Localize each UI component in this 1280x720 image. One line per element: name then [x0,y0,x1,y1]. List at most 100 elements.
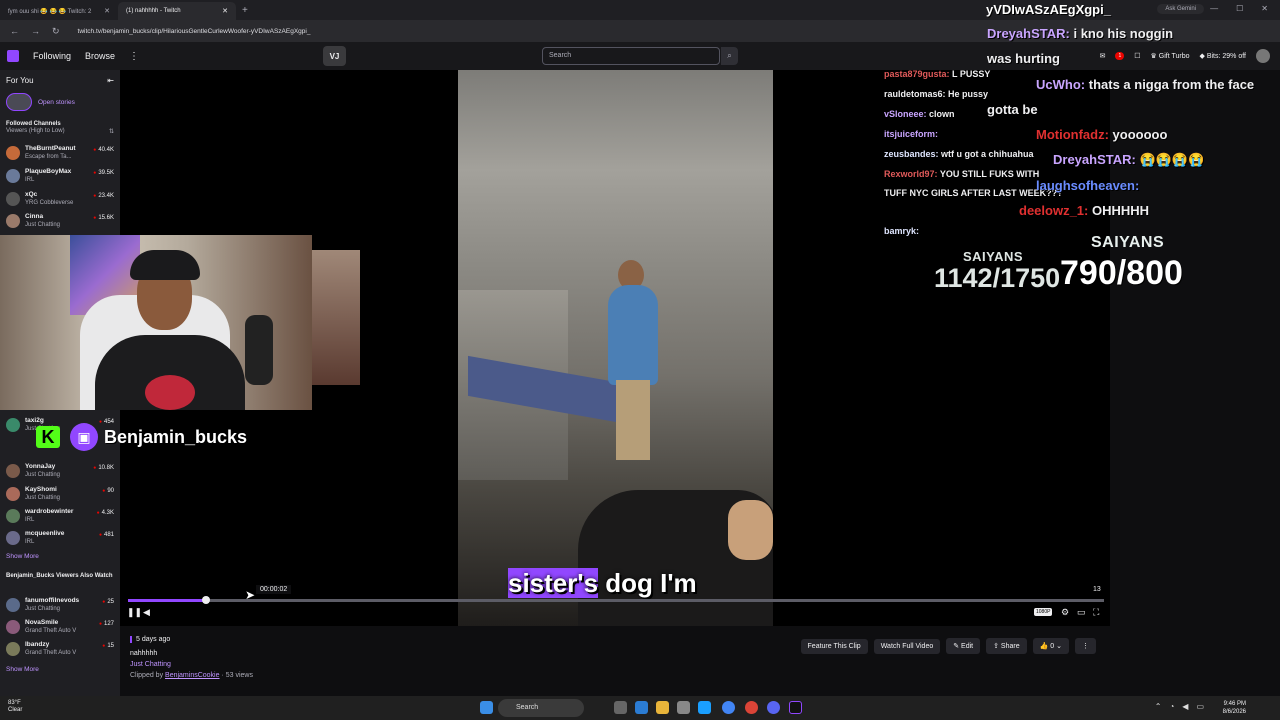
minimize-icon[interactable]: — [1210,4,1218,13]
start-icon[interactable] [480,701,493,714]
user-avatar[interactable] [1256,49,1270,63]
sidebar-channel[interactable]: lbandzy Grand Theft Auto V 15 [0,638,120,660]
chat-message-big: laughsofheaven: [1036,178,1139,193]
chrome-profile-icon[interactable] [745,701,758,714]
clip-frame [458,70,773,626]
vj-extension-button[interactable]: VJ [323,46,346,66]
theatre-mode-icon[interactable]: ▭ [1077,607,1086,618]
ask-gemini-button[interactable]: Ask Gemini [1157,4,1204,14]
settings-icon[interactable]: ⚙ [1061,607,1069,618]
show-more-link[interactable]: Show More [6,666,39,673]
edge-icon[interactable] [635,701,648,714]
open-stories-button[interactable]: Open stories [0,91,120,113]
channel-avatar [6,192,20,206]
following-link[interactable]: Following [33,51,71,61]
back-icon[interactable]: ← [10,26,19,36]
show-more-link[interactable]: Show More [6,553,39,560]
discord-icon[interactable] [767,701,780,714]
close-icon[interactable]: ✕ [222,7,228,15]
fullscreen-icon[interactable]: ⛶ [1093,607,1099,618]
gift-turbo-button[interactable]: ♛ Gift Turbo [1151,52,1190,60]
settings-app-icon[interactable] [677,701,690,714]
channel-game: Just Chatting [25,222,61,228]
progress-bar[interactable] [128,596,1104,604]
channel-viewers: 454 [99,419,114,425]
sidebar-channel[interactable]: fanumoffilnevods Just Chatting 25 [0,594,120,616]
sidebar-channel[interactable]: KayShomi Just Chatting 90 [0,483,120,505]
mouse-cursor-icon: ➤ [245,588,256,602]
maximize-icon[interactable]: ☐ [1236,4,1243,13]
chat-message-small: pasta879gusta: L PUSSY [884,69,990,79]
clip-age: 5 days ago [130,636,170,643]
edit-button[interactable]: ✎ Edit [946,638,981,654]
volume-icon[interactable]: ◀ [143,607,150,618]
speaker-icon[interactable]: ◀ [1182,702,1188,711]
close-window-icon[interactable]: ✕ [1261,4,1268,13]
channel-name: wardrobewinter [25,508,74,515]
app-icon[interactable] [789,701,802,714]
edit-label: Edit [961,643,974,650]
collapse-icon[interactable]: ⇤ [107,76,114,85]
chat-message-small: zeusbandes: wtf u got a chihuahua [884,149,1034,159]
chevron-up-icon[interactable]: ⌃ [1155,702,1162,711]
feature-clip-button[interactable]: Feature This Clip [800,638,868,654]
inbox-icon[interactable]: ✉ [1100,52,1106,60]
channel-viewers: 10.8K [93,465,114,471]
channel-name: fanumoffilnevods [25,597,80,604]
close-icon[interactable]: ✕ [104,7,110,15]
weather-widget[interactable]: 83°F Clear [8,700,22,714]
sidebar-channel[interactable]: mcqueenlive IRL 481 [0,527,120,549]
channel-name: TheBurntPeanut [25,145,76,152]
clock-date: 8/6/2026 [1222,709,1246,715]
watch-full-video-button[interactable]: Watch Full Video [873,638,941,654]
channel-viewers: 90 [102,488,114,494]
steam-icon[interactable] [698,701,711,714]
more-options-icon[interactable]: ⋮ [1075,638,1096,654]
chrome-icon[interactable] [722,701,735,714]
sidebar-channel[interactable]: PlaqueBoyMax IRL 39.5K [0,165,120,187]
channel-viewers: 481 [99,532,114,538]
more-icon[interactable]: ⋮ [129,51,139,62]
browser-tab-2[interactable]: (1) nahhhhh - Twitch ✕ [118,2,236,20]
open-stories-label: Open stories [38,98,75,106]
clock[interactable]: 9:46 PM 8/6/2026 [1223,700,1246,716]
whispers-icon[interactable]: ☐ [1134,52,1140,60]
channel-avatar [6,418,20,432]
sort-icon[interactable]: ⇅ [109,128,114,135]
battery-icon[interactable]: ▭ [1196,702,1204,711]
chat-message-big: Motionfadz: yoooooo [1036,127,1167,142]
wifi-icon[interactable]: ◔ [1169,702,1174,711]
share-button[interactable]: ⇪ Share [986,638,1027,654]
clip-category[interactable]: Just Chatting [130,661,171,668]
forward-icon[interactable]: → [31,26,40,36]
chat-message-big: UcWho: thats a nigga from the face [1036,77,1254,92]
url-field[interactable]: twitch.tv/benjamin_bucks/clip/HilariousG… [78,28,311,35]
sidebar-channel[interactable]: YonnaJay Just Chatting 10.8K [0,460,120,482]
sidebar-channel[interactable]: NovaSmile Grand Theft Auto V 127 [0,616,120,638]
chat-message-big: was hurting [987,51,1060,66]
sidebar-channel[interactable]: xQc YRG Cobbleverse 23.4K [0,188,120,210]
sidebar-channel[interactable]: taxi2g Just Chatting 454 [0,414,120,436]
pause-icon[interactable]: ❚❚ [127,607,142,618]
taskbar-search[interactable]: Search [498,699,584,717]
file-explorer-icon[interactable] [656,701,669,714]
like-button[interactable]: 👍 0 ⌄ [1032,638,1069,654]
sidebar-channel[interactable]: Cinna Just Chatting 15.6K [0,210,120,232]
chat-text: yoooooo [1112,127,1168,142]
bits-button[interactable]: ◆ Bits: 29% off [1200,52,1247,60]
task-view-icon[interactable] [614,701,627,714]
reload-icon[interactable]: ↻ [52,26,60,37]
new-tab-button[interactable]: + [242,5,248,16]
chat-text: clown [929,109,955,119]
search-icon[interactable]: ⌕ [721,47,738,65]
search-input[interactable]: Search [542,47,720,65]
sidebar-channel[interactable]: TheBurntPeanut Escape from Ta... 40.4K [0,142,120,164]
twitch-logo-icon[interactable] [7,50,19,62]
goal-counter: 790/800 [1060,254,1183,292]
browse-link[interactable]: Browse [85,51,115,61]
clipper-link[interactable]: BenjaminsCookie [165,672,219,679]
channel-viewers: 4.3K [97,510,114,516]
browser-tab-1[interactable]: fym ouu shi 😂 😂 😂 Twitch: 2 ✕ [0,2,118,20]
sidebar-channel[interactable]: wardrobewinter IRL 4.3K [0,505,120,527]
clip-info: 5 days ago nahhhhh Just Chatting Clipped… [120,626,1110,696]
